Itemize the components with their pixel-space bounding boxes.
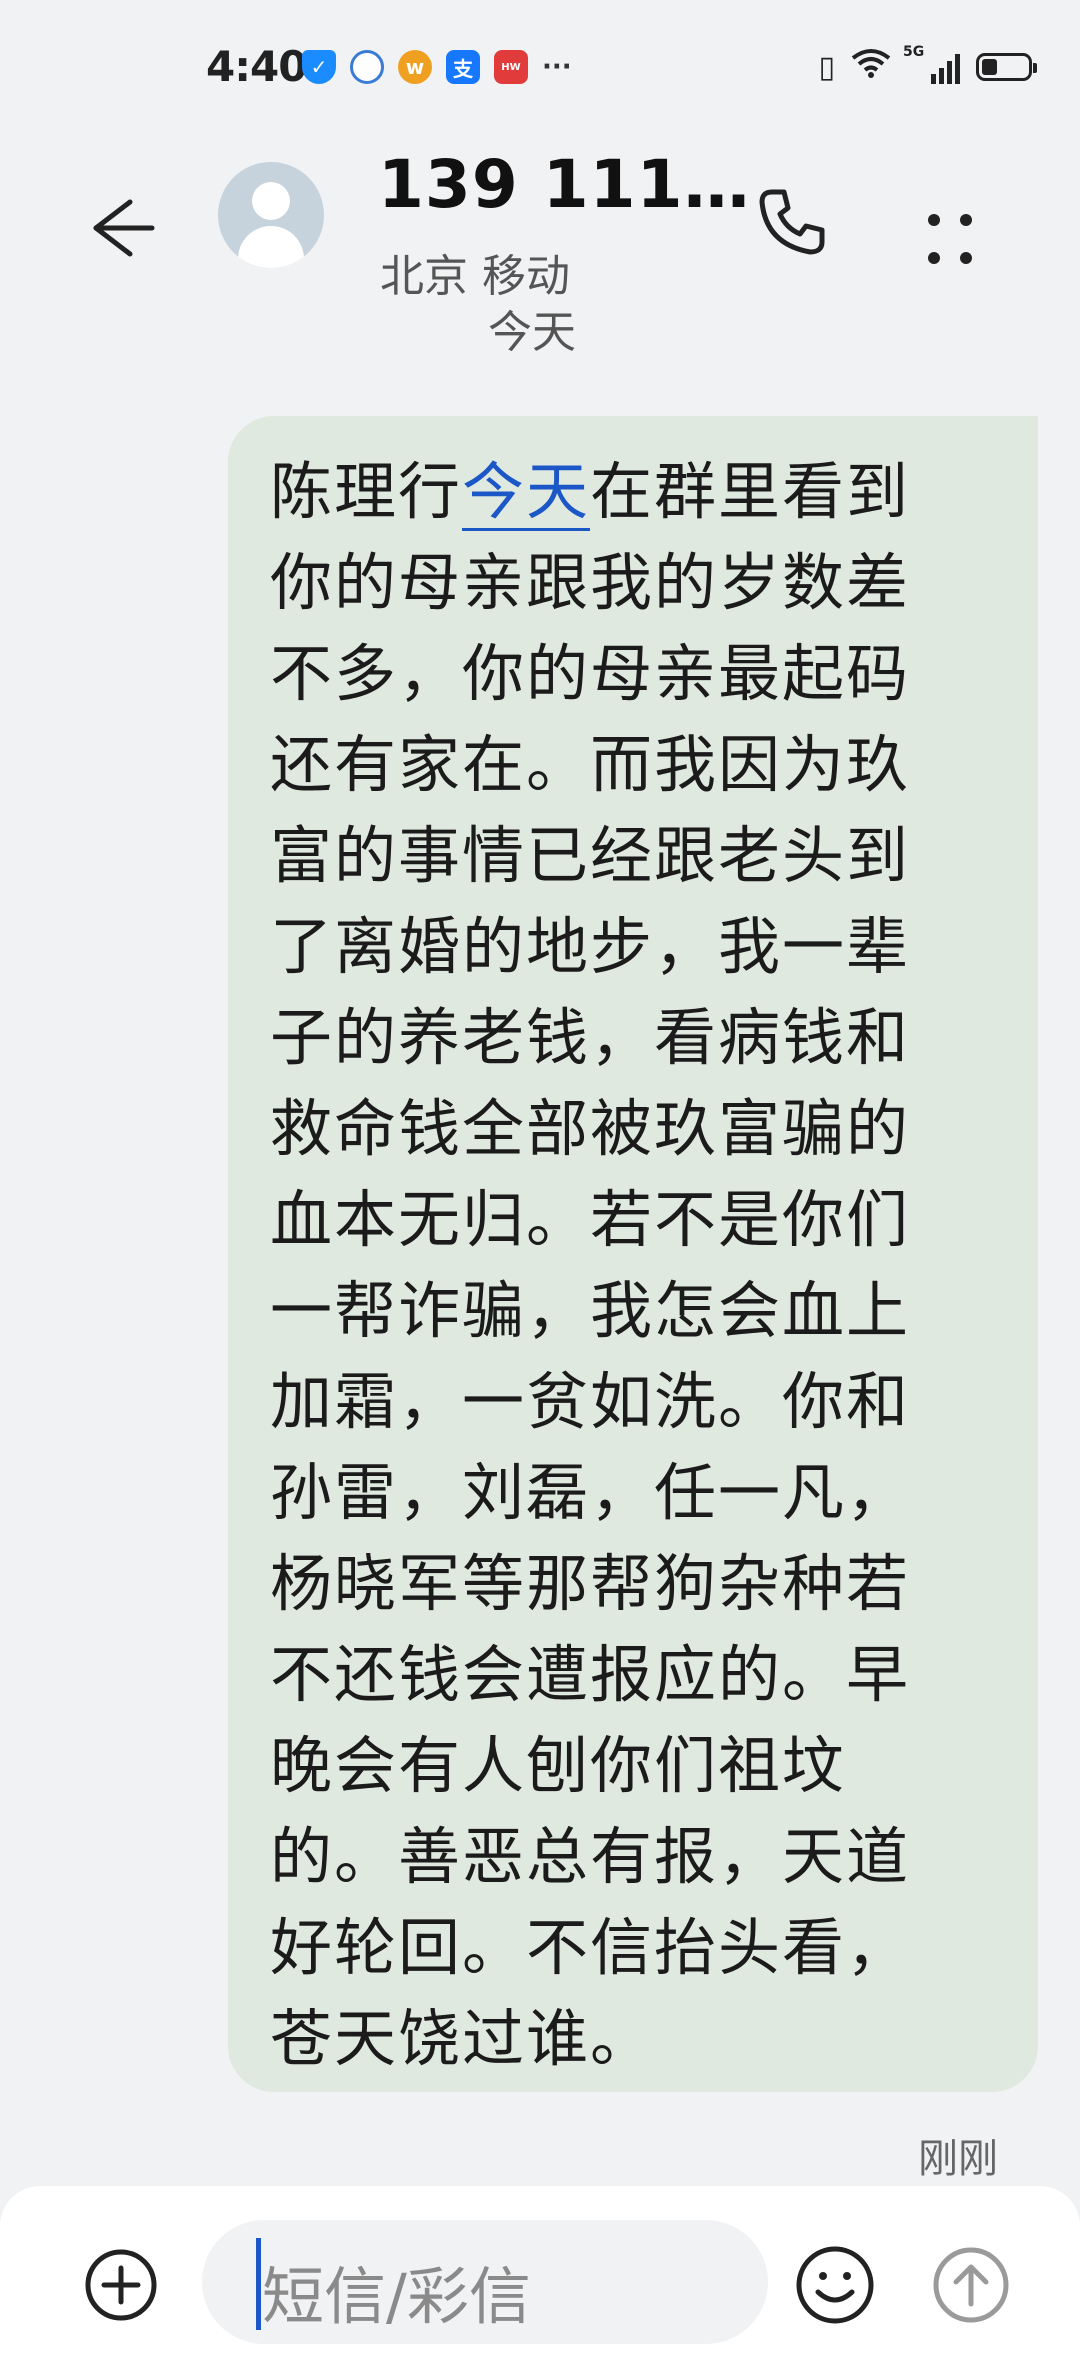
send-button[interactable] <box>932 2246 1010 2324</box>
clock: 4:40 <box>206 42 307 91</box>
wifi-icon <box>851 48 891 86</box>
add-attachment-button[interactable] <box>84 2248 158 2322</box>
weibo-icon: w <box>398 50 432 84</box>
text-cursor <box>256 2238 261 2330</box>
conversation-header: 139 111… 北京 移动 今天 <box>0 140 1080 370</box>
date-link[interactable]: 今天 <box>462 455 591 531</box>
shield-icon: ✓ <box>302 50 336 84</box>
message-text: 陈理行今天在群里看到 你的母亲跟我的岁数差 不多，你的母亲最起码 还有家在。而我… <box>270 446 998 2084</box>
alipay-icon: 支 <box>446 50 480 84</box>
message-text-rest: 在群里看到 你的母亲跟我的岁数差 不多，你的母亲最起码 还有家在。而我因为玖 富… <box>270 455 911 2075</box>
message-input-placeholder: 短信/彩信 <box>262 2260 531 2333</box>
emoji-icon[interactable] <box>794 2244 876 2326</box>
battery-level <box>982 59 998 75</box>
date-separator: 今天 <box>488 307 576 358</box>
network-type: 5G <box>903 44 925 60</box>
message-text-before-link: 陈理行 <box>270 455 463 528</box>
contact-location: 北京 移动 <box>380 251 570 302</box>
system-icons: ▯ 5G <box>818 44 1037 86</box>
vibrate-icon: ▯ <box>818 49 835 85</box>
battery-icon <box>976 53 1037 81</box>
notification-icons: ✓ w 支 HW ··· <box>302 50 572 84</box>
browser-icon <box>350 50 384 84</box>
message-timestamp: 刚刚 <box>918 2136 998 2182</box>
huawei-icon: HW <box>494 50 528 84</box>
back-arrow-icon[interactable] <box>82 188 162 268</box>
compose-bar: 短信/彩信 <box>0 2186 1080 2376</box>
contact-avatar[interactable] <box>218 162 324 268</box>
message-bubble[interactable]: 陈理行今天在群里看到 你的母亲跟我的岁数差 不多，你的母亲最起码 还有家在。而我… <box>228 416 1038 2092</box>
cellular-signal-icon: 5G <box>903 44 960 84</box>
more-options-icon[interactable] <box>920 186 980 266</box>
phone-icon[interactable] <box>752 182 832 262</box>
status-bar: 4:40 ✓ w 支 HW ··· ▯ 5G <box>0 0 1080 140</box>
contact-name[interactable]: 139 111… <box>378 146 751 223</box>
more-notifications-icon: ··· <box>542 52 572 82</box>
